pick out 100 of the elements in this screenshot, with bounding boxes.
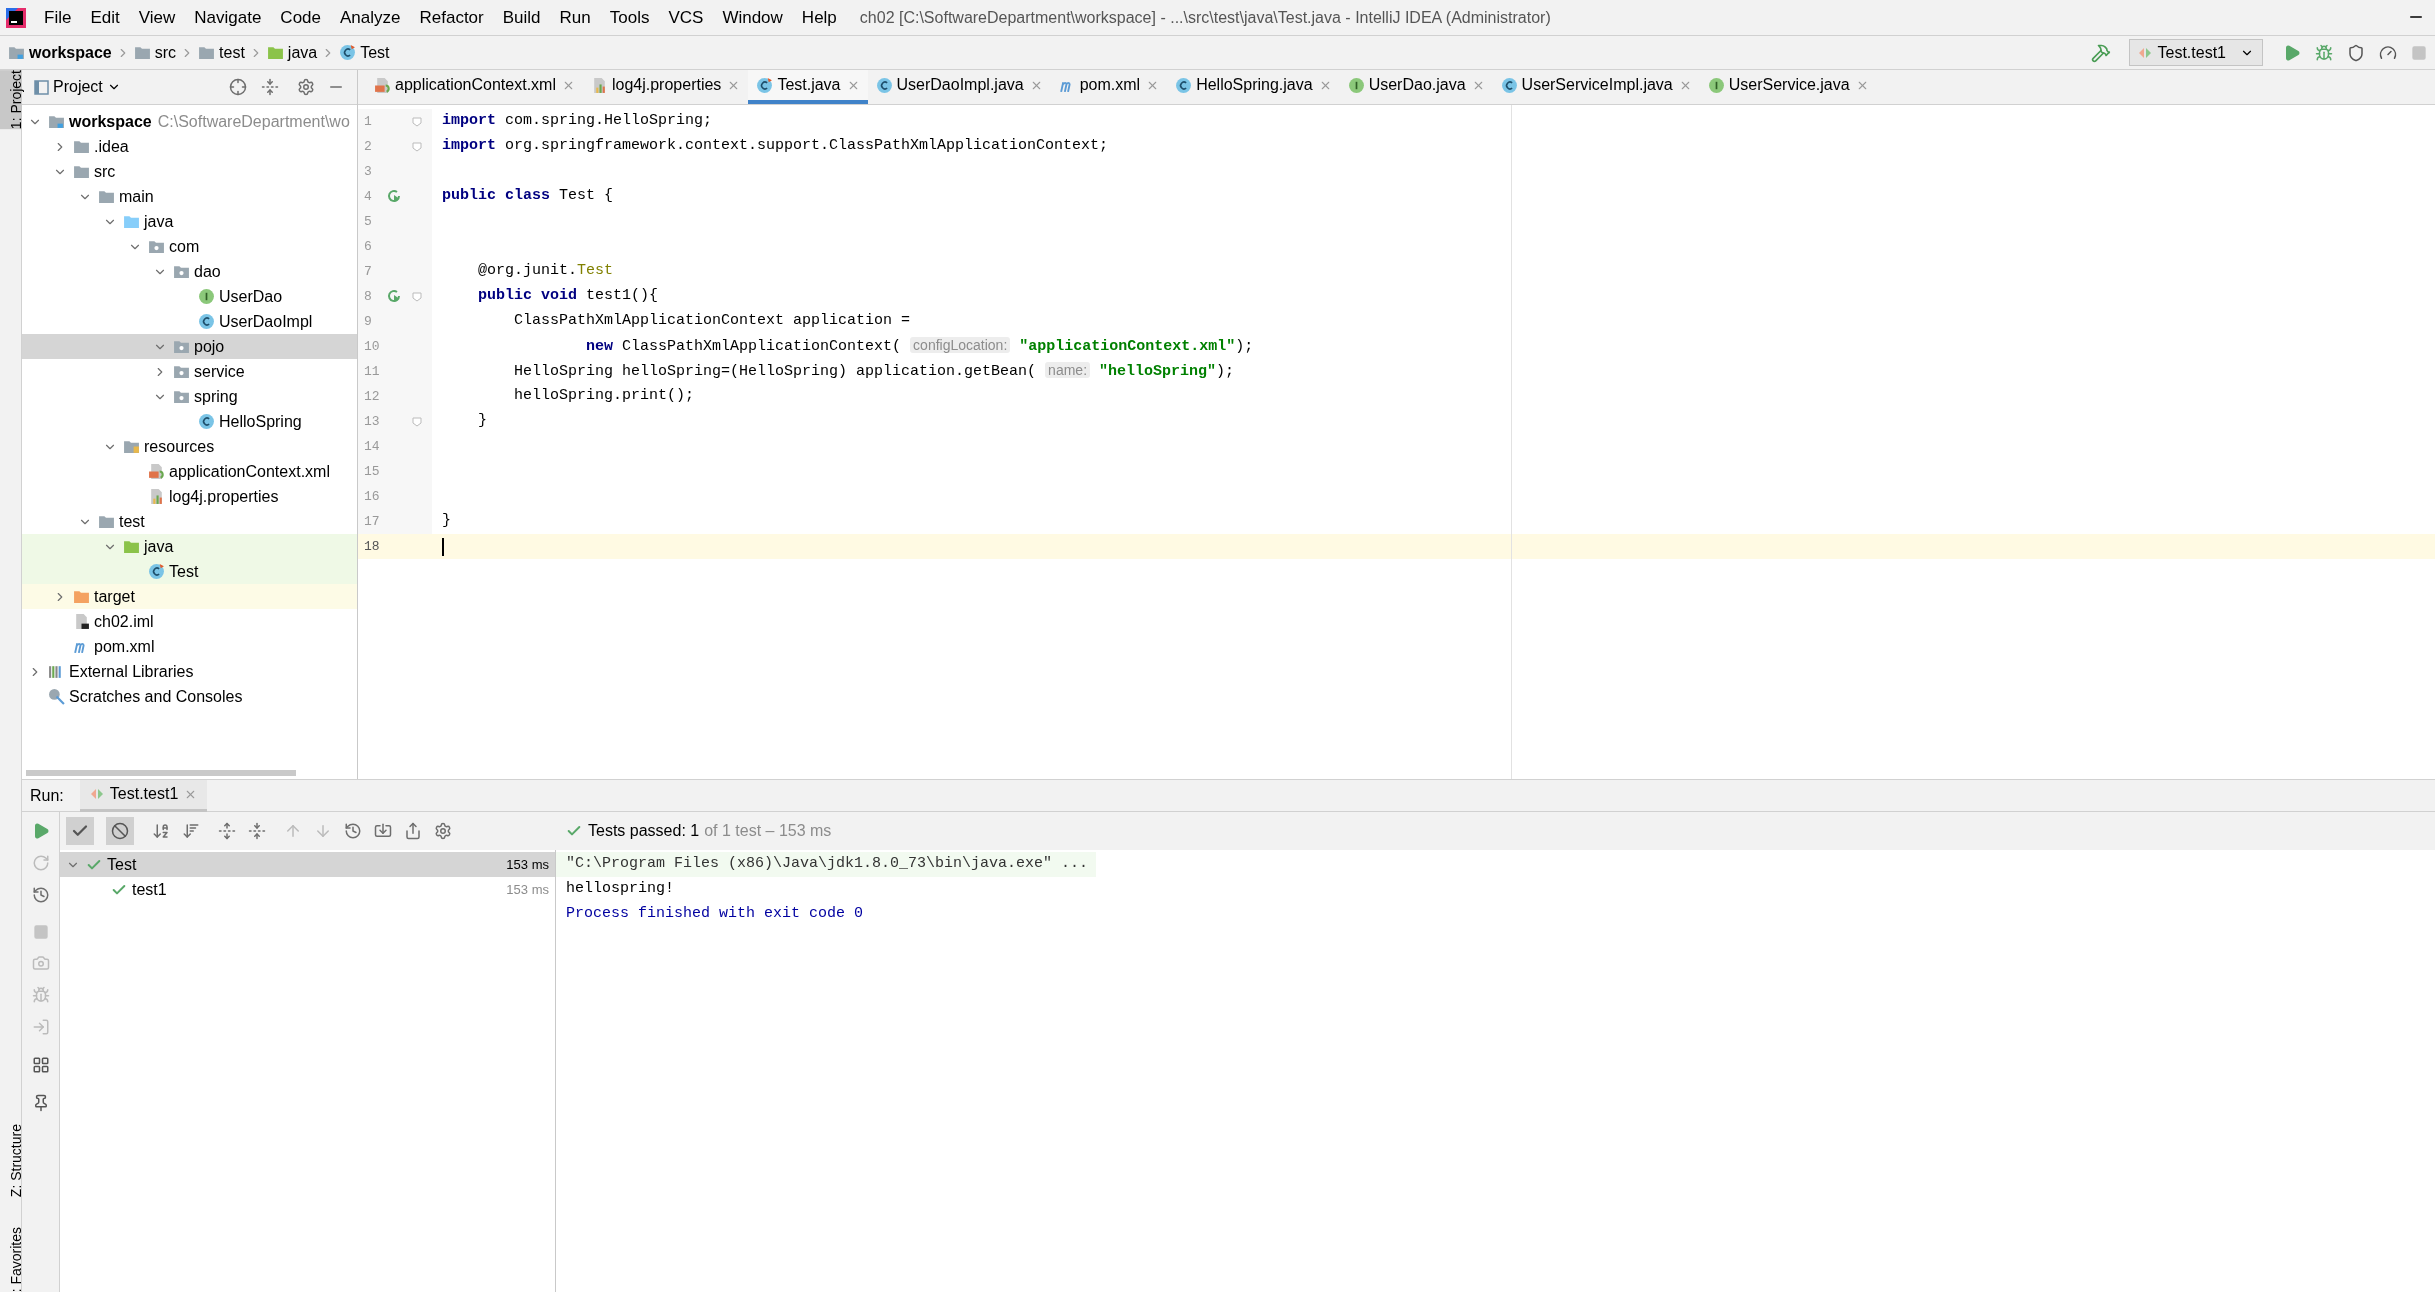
project-view-dropdown[interactable]: Project bbox=[34, 75, 121, 99]
tool-window-button[interactable]: Z: Structure bbox=[0, 1123, 22, 1197]
folder-icon bbox=[73, 163, 90, 180]
menu-item[interactable]: Analyze bbox=[340, 4, 401, 31]
tree-item[interactable]: src bbox=[22, 159, 357, 184]
editor-tab[interactable]: UserDao.java bbox=[1339, 70, 1493, 104]
folder-icon bbox=[73, 588, 90, 605]
tree-item[interactable]: External Libraries bbox=[22, 659, 357, 684]
tree-item[interactable]: dao bbox=[22, 259, 357, 284]
tree-item[interactable]: pojo bbox=[22, 334, 357, 359]
editor-tab[interactable]: HelloSpring.java bbox=[1167, 70, 1340, 104]
tree-item[interactable]: ch02.iml bbox=[22, 609, 357, 634]
menu-item[interactable]: Tools bbox=[609, 4, 650, 31]
breadcrumb[interactable]: workspace bbox=[29, 40, 112, 65]
export-icon[interactable] bbox=[404, 822, 422, 840]
coverage-icon[interactable] bbox=[2347, 43, 2365, 62]
sort-alphabetically-icon[interactable] bbox=[152, 822, 170, 840]
layout-icon[interactable] bbox=[31, 1056, 50, 1074]
module-file-icon bbox=[73, 613, 90, 630]
expand-all-icon[interactable] bbox=[218, 822, 236, 840]
breadcrumb[interactable]: Test bbox=[360, 40, 390, 65]
tree-item-path: C:\SoftwareDepartment\wo bbox=[157, 111, 350, 132]
breadcrumb[interactable]: java bbox=[287, 40, 318, 65]
test-item[interactable]: Test 153 ms bbox=[60, 852, 555, 877]
editor-tab[interactable]: UserDaoImpl.java bbox=[867, 70, 1051, 104]
show-ignored-toggle[interactable] bbox=[106, 817, 134, 845]
menu-item[interactable]: Run bbox=[559, 4, 591, 31]
import-icon[interactable] bbox=[374, 822, 392, 840]
editor-tab[interactable]: log4j.properties bbox=[582, 70, 749, 104]
tree-item-label: main bbox=[119, 186, 154, 207]
run-config-dropdown[interactable]: Test.test1 bbox=[2128, 39, 2263, 66]
folder-icon bbox=[98, 188, 115, 205]
tree-item[interactable]: UserDaoImpl bbox=[22, 309, 357, 334]
tree-item[interactable]: java bbox=[22, 209, 357, 234]
profiler-icon[interactable] bbox=[2379, 43, 2397, 62]
folder-icon bbox=[266, 44, 284, 61]
menu-item[interactable]: Edit bbox=[90, 4, 120, 31]
tool-window-button[interactable]: : Favorites bbox=[0, 1226, 22, 1292]
tests-status: Tests passed: 1 bbox=[588, 821, 700, 841]
tree-item[interactable]: spring bbox=[22, 384, 357, 409]
collapse-all-icon[interactable] bbox=[261, 78, 279, 96]
editor-tab[interactable]: applicationContext.xml bbox=[366, 70, 583, 104]
menu-item[interactable]: VCS bbox=[668, 4, 704, 31]
folder-icon bbox=[133, 44, 151, 61]
tree-item[interactable]: Test bbox=[22, 559, 357, 584]
collapse-all-icon[interactable] bbox=[248, 822, 266, 840]
tree-item[interactable]: pom.xml bbox=[22, 634, 357, 659]
run-test-icon[interactable] bbox=[386, 289, 402, 304]
test-item[interactable]: test1 153 ms bbox=[60, 877, 555, 902]
editor-tab[interactable]: UserService.java bbox=[1699, 70, 1877, 104]
locate-icon[interactable] bbox=[229, 78, 247, 96]
editor-tab[interactable]: UserServiceImpl.java bbox=[1492, 70, 1700, 104]
line-number: 17 bbox=[363, 512, 380, 531]
module-icon bbox=[8, 44, 25, 61]
tree-item[interactable]: applicationContext.xml bbox=[22, 459, 357, 484]
sort-by-duration-icon[interactable] bbox=[182, 822, 200, 840]
tree-item-label: log4j.properties bbox=[169, 486, 279, 507]
menu-item[interactable]: Refactor bbox=[419, 4, 484, 31]
breadcrumb[interactable]: test bbox=[219, 40, 245, 65]
tree-item[interactable]: java bbox=[22, 534, 357, 559]
window-title: ch02 [C:\SoftwareDepartment\workspace] - ...\src\test\java\Test.java - IntelliJ IDEA (Administrator) bbox=[859, 7, 1551, 28]
tree-item[interactable]: test bbox=[22, 509, 357, 534]
tree-item[interactable]: UserDao bbox=[22, 284, 357, 309]
tab-label: pom.xml bbox=[1079, 75, 1141, 95]
tree-item[interactable]: .idea bbox=[22, 134, 357, 159]
run-icon[interactable] bbox=[2283, 43, 2301, 62]
show-passed-toggle[interactable] bbox=[66, 817, 94, 845]
tree-item[interactable]: Scratches and Consoles bbox=[22, 684, 357, 709]
tree-item[interactable]: target bbox=[22, 584, 357, 609]
tree-item[interactable]: com bbox=[22, 234, 357, 259]
menu-item[interactable]: Window bbox=[722, 4, 783, 31]
folder-icon bbox=[123, 213, 140, 230]
menu-item[interactable]: File bbox=[44, 4, 72, 31]
tree-item[interactable]: resources bbox=[22, 434, 357, 459]
menu-item[interactable]: Build bbox=[502, 4, 541, 31]
run-tab[interactable]: Test.test1 bbox=[79, 779, 208, 812]
tree-item-label: workspace bbox=[69, 111, 152, 132]
settings-icon[interactable] bbox=[434, 822, 452, 840]
editor-tab[interactable]: Test.java bbox=[748, 70, 868, 104]
code-line: } bbox=[477, 411, 487, 432]
menu-item[interactable]: Help bbox=[801, 4, 837, 31]
tree-item-label: pojo bbox=[194, 336, 225, 357]
editor-tab[interactable]: pom.xml bbox=[1050, 70, 1168, 104]
tree-item[interactable]: HelloSpring bbox=[22, 409, 357, 434]
hammer-icon[interactable] bbox=[2090, 42, 2111, 63]
run-test-icon[interactable] bbox=[386, 189, 402, 204]
tree-item[interactable]: log4j.properties bbox=[22, 484, 357, 509]
tool-window-button[interactable]: 1: Project bbox=[0, 70, 22, 130]
tree-item[interactable]: service bbox=[22, 359, 357, 384]
settings-icon[interactable] bbox=[297, 78, 315, 96]
tree-item[interactable]: main bbox=[22, 184, 357, 209]
menu-item[interactable]: Navigate bbox=[194, 4, 262, 31]
debug-icon[interactable] bbox=[2315, 43, 2333, 62]
menu-item[interactable]: Code bbox=[280, 4, 321, 31]
tree-item[interactable]: workspace C:\SoftwareDepartment\wo bbox=[22, 109, 357, 134]
breadcrumb[interactable]: src bbox=[154, 40, 177, 65]
class-icon bbox=[198, 413, 215, 430]
history-icon[interactable] bbox=[344, 822, 362, 840]
menu-item[interactable]: View bbox=[138, 4, 176, 31]
scrollbar[interactable] bbox=[26, 770, 296, 776]
